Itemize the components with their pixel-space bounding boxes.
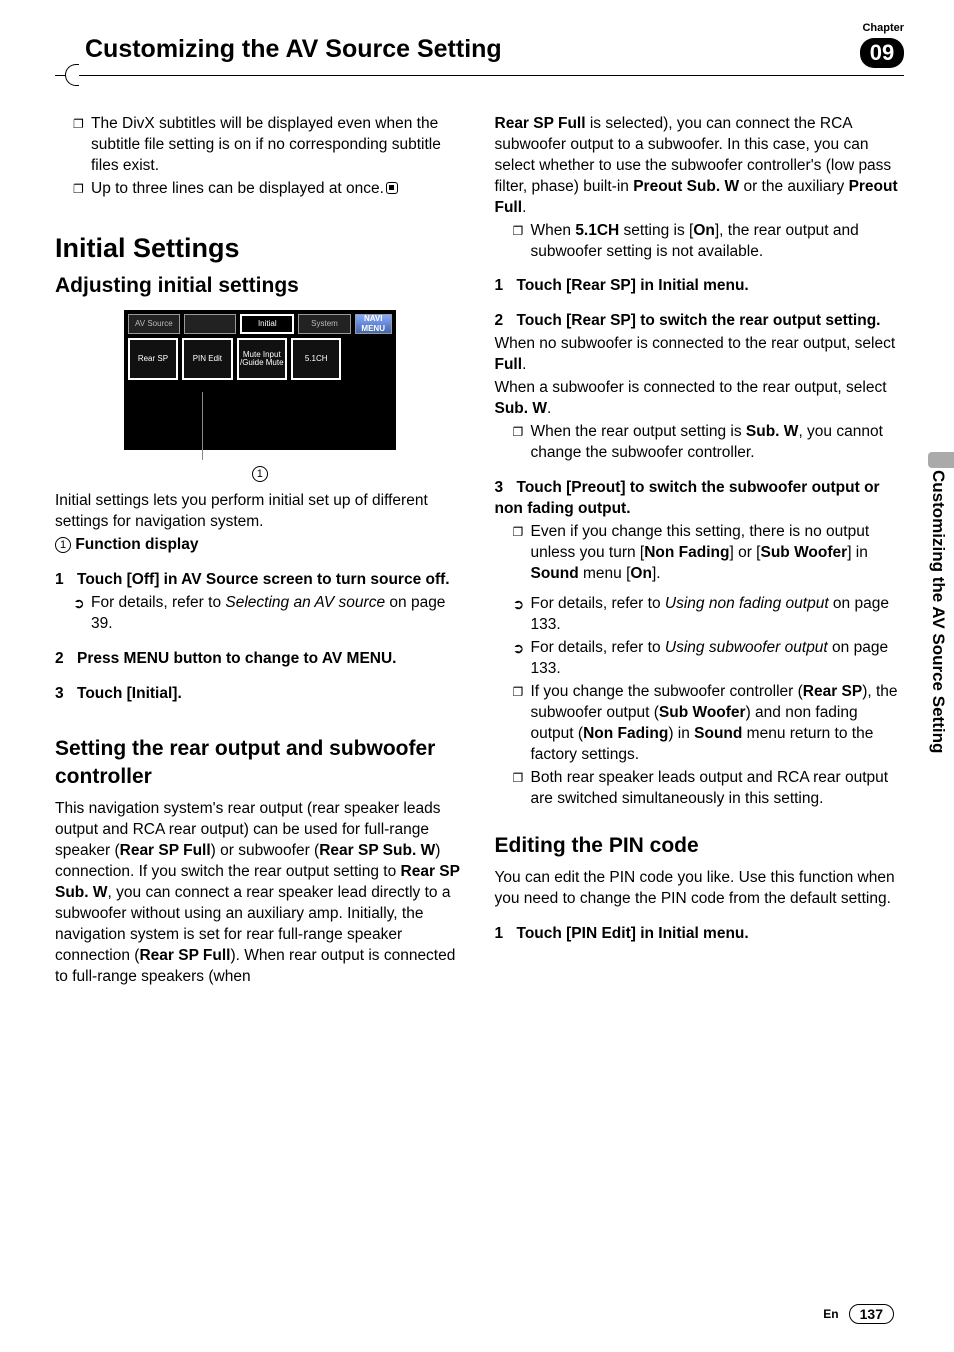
- bullet-item: The DivX subtitles will be displayed eve…: [73, 114, 465, 177]
- ss-tab-initial: Initial: [240, 314, 294, 334]
- page-footer: En 137: [823, 1304, 894, 1324]
- detail-ref: For details, refer to Using non fading o…: [513, 594, 905, 636]
- step-2-rear-sp: 2Touch [Rear SP] to switch the rear outp…: [495, 311, 905, 332]
- subsection-heading-rear-output: Setting the rear output and subwoofer co…: [55, 735, 465, 792]
- step-2: 2Press MENU button to change to AV MENU.: [55, 649, 465, 670]
- detail-ref: For details, refer to Using subwoofer ou…: [513, 638, 905, 680]
- bullet-item: Up to three lines can be displayed at on…: [73, 179, 465, 200]
- subsection-heading-pin: Editing the PIN code: [495, 832, 905, 860]
- body-text: You can edit the PIN code you like. Use …: [495, 868, 905, 910]
- left-column: The DivX subtitles will be displayed eve…: [55, 114, 465, 990]
- ss-tab-blank: [184, 314, 236, 334]
- ss-btn-pin-edit: PIN Edit: [182, 338, 232, 380]
- ss-tab-av-source: AV Source: [128, 314, 180, 334]
- bullet-item: Both rear speaker leads output and RCA r…: [513, 768, 905, 810]
- body-text: When a subwoofer is connected to the rea…: [495, 378, 905, 420]
- body-text-continued: Rear SP Full is selected), you can conne…: [495, 114, 905, 219]
- side-tab-marker: [928, 452, 954, 468]
- function-display-label: 1 Function display: [55, 535, 465, 556]
- chapter-label: Chapter: [862, 22, 904, 34]
- bullet-item: If you change the subwoofer controller (…: [513, 682, 905, 766]
- ss-tab-navi-menu: NAVI MENU: [355, 314, 392, 334]
- header-title: Customizing the AV Source Setting: [55, 35, 502, 70]
- chapter-number-badge: 09: [860, 38, 904, 68]
- side-tab-label: Customizing the AV Source Setting: [928, 470, 948, 910]
- footer-language: En: [823, 1307, 838, 1321]
- ui-screenshot: AV Source Initial System NAVI MENU Rear …: [55, 310, 465, 485]
- footer-page-number: 137: [849, 1304, 894, 1324]
- ss-btn-51ch: 5.1CH: [291, 338, 341, 380]
- step-3-preout: 3Touch [Preout] to switch the subwoofer …: [495, 478, 905, 520]
- body-text: When no subwoofer is connected to the re…: [495, 334, 905, 376]
- bullet-item: When the rear output setting is Sub. W, …: [513, 422, 905, 464]
- step-1: 1Touch [Off] in AV Source screen to turn…: [55, 570, 465, 591]
- leader-line: [202, 392, 203, 460]
- subsection-heading-adjusting: Adjusting initial settings: [55, 272, 465, 300]
- side-tab: Customizing the AV Source Setting: [928, 470, 954, 910]
- right-column: Rear SP Full is selected), you can conne…: [495, 114, 905, 990]
- page-header: Customizing the AV Source Setting Chapte…: [55, 30, 904, 76]
- bullet-item: When 5.1CH setting is [On], the rear out…: [513, 221, 905, 263]
- ss-btn-rear-sp: Rear SP: [128, 338, 178, 380]
- step-3: 3Touch [Initial].: [55, 684, 465, 705]
- ss-tab-system: System: [298, 314, 350, 334]
- ss-btn-mute: Mute Input /Guide Mute: [237, 338, 287, 380]
- callout-marker: 1: [252, 466, 268, 482]
- ss-btn-blank: [345, 338, 391, 380]
- section-heading-initial-settings: Initial Settings: [55, 230, 465, 266]
- step-1-rear-sp: 1Touch [Rear SP] in Initial menu.: [495, 276, 905, 297]
- body-text: This navigation system's rear output (re…: [55, 799, 465, 987]
- end-of-section-icon: [386, 182, 398, 194]
- intro-text: Initial settings lets you perform initia…: [55, 491, 465, 533]
- bullet-item: Even if you change this setting, there i…: [513, 522, 905, 585]
- step-1-pin-edit: 1Touch [PIN Edit] in Initial menu.: [495, 924, 905, 945]
- detail-ref: For details, refer to Selecting an AV so…: [73, 593, 465, 635]
